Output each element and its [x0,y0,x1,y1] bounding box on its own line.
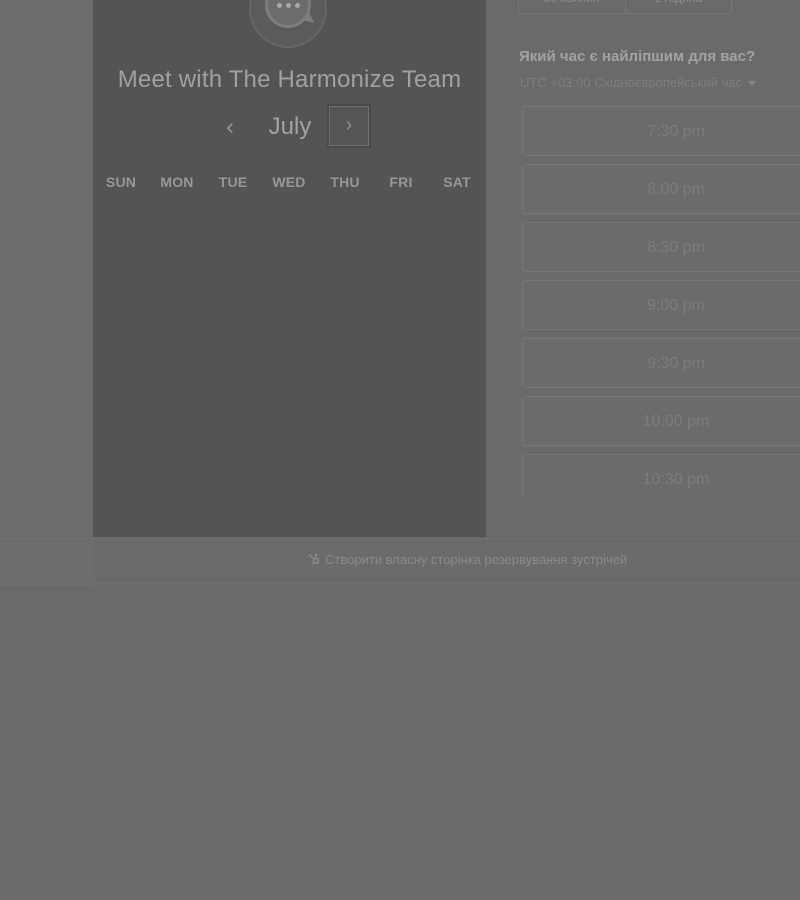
chevron-right-icon[interactable]: › [329,106,369,146]
timezone-select[interactable]: UTC +03:00 Східноєвропейський час [520,75,756,90]
caret-down-icon [747,81,756,87]
time-slot-label: 8:30 pm [647,239,705,256]
hubspot-sprocket-icon [308,553,320,565]
duration-1-hour[interactable]: 1 година [626,0,732,13]
footer-bar: Створити власну сторінка резервування зу… [93,538,800,584]
time-slot[interactable]: 8:30 pm [522,222,800,272]
time-slot-label: 10:30 pm [642,471,710,488]
footer-link-label: Створити власну сторінка резервування зу… [325,552,628,567]
time-slot-label: 9:30 pm [647,355,705,372]
month-label: July [268,113,312,140]
left-footer-band [0,538,93,586]
time-slot[interactable]: 7:30 pm [522,106,800,156]
meeting-title: Meet with The Harmonize Team [117,66,462,93]
duration-30-min[interactable]: 30 хвилин [519,0,626,13]
weekday-tue: TUE [218,174,248,190]
weekday-wed: WED [272,174,306,190]
weekday-mon: MON [160,174,194,190]
time-slot-label: 9:00 pm [647,297,705,314]
weekday-thu: THU [330,174,360,190]
time-slot-label: 8:00 pm [647,181,705,198]
chat-bubble-icon [265,0,318,28]
month-navigation: ‹ July › [93,104,486,150]
duration-toggle: 30 хвилин 1 година [518,0,732,14]
create-booking-page-link[interactable]: Створити власну сторінка резервування зу… [308,552,627,567]
time-slot-list[interactable]: 7:30 pm 8:00 pm 8:30 pm 9:00 pm 9:30 pm … [522,106,800,496]
chevron-left-icon[interactable]: ‹ [217,112,243,142]
time-slot[interactable]: 9:30 pm [522,338,800,388]
time-slot-label: 10:00 pm [642,413,710,430]
avatar [249,0,327,48]
dots-icon [276,2,300,8]
left-gutter [0,0,93,586]
weekday-sat: SAT [443,174,471,190]
time-slot-label: 7:30 pm [647,123,705,140]
weekday-header: SUN MON TUE WED THU FRI SAT [93,174,486,190]
timezone-label: UTC +03:00 Східноєвропейський час [520,75,742,90]
time-slot[interactable]: 10:00 pm [522,396,800,446]
time-slot[interactable]: 8:00 pm [522,164,800,214]
time-slot[interactable]: 10:30 pm [522,454,800,496]
weekday-fri: FRI [389,174,413,190]
weekday-sun: SUN [105,174,137,190]
time-question: Який час є найліпшим для вас? [519,48,756,65]
time-slot[interactable]: 9:00 pm [522,280,800,330]
calendar-panel: Meet with The Harmonize Team ‹ July › SU… [93,0,486,537]
